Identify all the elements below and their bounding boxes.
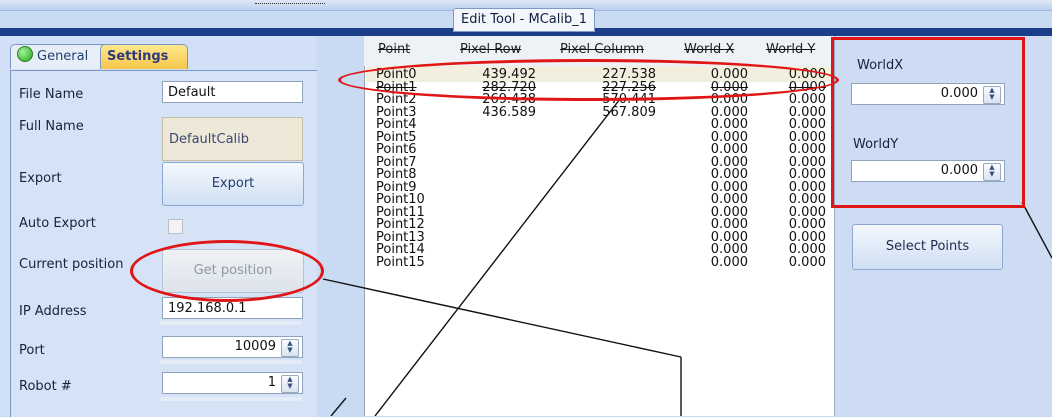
point0-row-highlight <box>338 59 839 101</box>
world-values-highlight <box>831 37 1025 208</box>
get-position-highlight <box>130 240 324 302</box>
